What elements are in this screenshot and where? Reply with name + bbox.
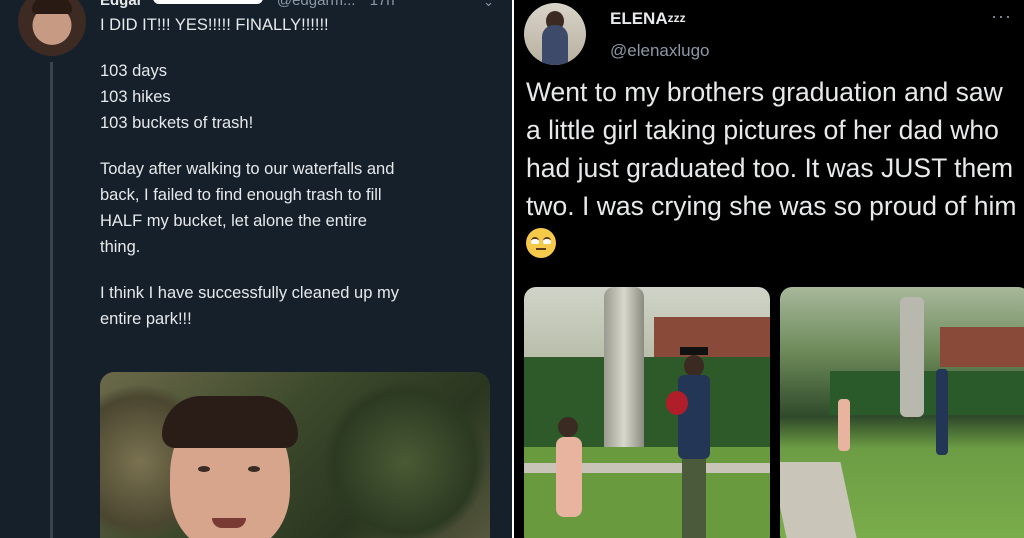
right-author-handle[interactable]: @elenaxlugo bbox=[610, 41, 710, 61]
more-options-icon[interactable]: ⌄ bbox=[483, 0, 494, 10]
right-avatar[interactable] bbox=[524, 3, 586, 65]
mouth bbox=[212, 518, 246, 528]
left-avatar[interactable] bbox=[18, 0, 86, 56]
eye bbox=[248, 466, 260, 472]
left-tweet-video[interactable] bbox=[100, 372, 490, 538]
display-name: ELENA bbox=[610, 9, 668, 28]
tweet-line: I think I have successfully cleaned up m… bbox=[100, 284, 399, 302]
tweet-line: 103 buckets of trash! bbox=[100, 114, 254, 132]
left-tweet-panel: Edgar @edgarm... 17h ⌄ I DID IT!!! YES!!… bbox=[0, 0, 512, 538]
tweet-line: thing. bbox=[100, 238, 141, 256]
tweet-line: Today after walking to our waterfalls an… bbox=[100, 160, 395, 178]
face-with-rolling-eyes-icon bbox=[526, 228, 556, 258]
tweet-body: Went to my brothers graduation and saw a… bbox=[526, 77, 1017, 221]
tweet-line: entire park!!! bbox=[100, 310, 192, 328]
tweet-photo-2[interactable] bbox=[780, 287, 1024, 538]
tweet-line: 103 hikes bbox=[100, 88, 171, 106]
right-tweet-panel: ELENAzzz @elenaxlugo ··· Went to my brot… bbox=[514, 0, 1024, 538]
right-author-name[interactable]: ELENAzzz bbox=[610, 9, 686, 29]
graduate bbox=[676, 347, 712, 538]
tweet-line: back, I failed to find enough trash to f… bbox=[100, 186, 382, 204]
tweet-line: HALF my bucket, let alone the entire bbox=[100, 212, 367, 230]
tweet-photo-1[interactable] bbox=[524, 287, 770, 538]
left-tweet-text: I DID IT!!! YES!!!!! FINALLY!!!!!! 103 d… bbox=[100, 12, 500, 332]
sleeping-icon: zzz bbox=[667, 11, 686, 25]
walkway bbox=[780, 462, 860, 538]
avatar-hair bbox=[32, 0, 72, 14]
left-author-handle[interactable]: @edgarm... bbox=[277, 0, 356, 9]
redacted-name-bar bbox=[152, 0, 263, 4]
tweet-line: 103 days bbox=[100, 62, 167, 80]
more-options-icon[interactable]: ··· bbox=[991, 6, 1012, 27]
left-tweet-header: Edgar @edgarm... 17h bbox=[100, 0, 500, 12]
thread-line bbox=[50, 62, 53, 538]
right-tweet-text: Went to my brothers graduation and saw a… bbox=[526, 73, 1021, 263]
graduate-figure bbox=[936, 369, 948, 455]
building bbox=[940, 327, 1024, 367]
tweet-line: I DID IT!!! YES!!!!! FINALLY!!!!!! bbox=[100, 16, 329, 34]
girl-with-camera bbox=[554, 417, 582, 538]
left-timestamp[interactable]: 17h bbox=[370, 0, 395, 9]
bouquet bbox=[666, 391, 688, 415]
person-hair bbox=[162, 396, 298, 448]
eye bbox=[198, 466, 210, 472]
hedge bbox=[830, 371, 1024, 415]
foliage bbox=[320, 382, 490, 538]
tree-trunk bbox=[604, 287, 644, 457]
tree-trunk bbox=[900, 297, 924, 417]
girl-figure bbox=[838, 399, 850, 451]
avatar-body bbox=[542, 25, 568, 65]
left-author-name[interactable]: Edgar bbox=[100, 0, 143, 9]
